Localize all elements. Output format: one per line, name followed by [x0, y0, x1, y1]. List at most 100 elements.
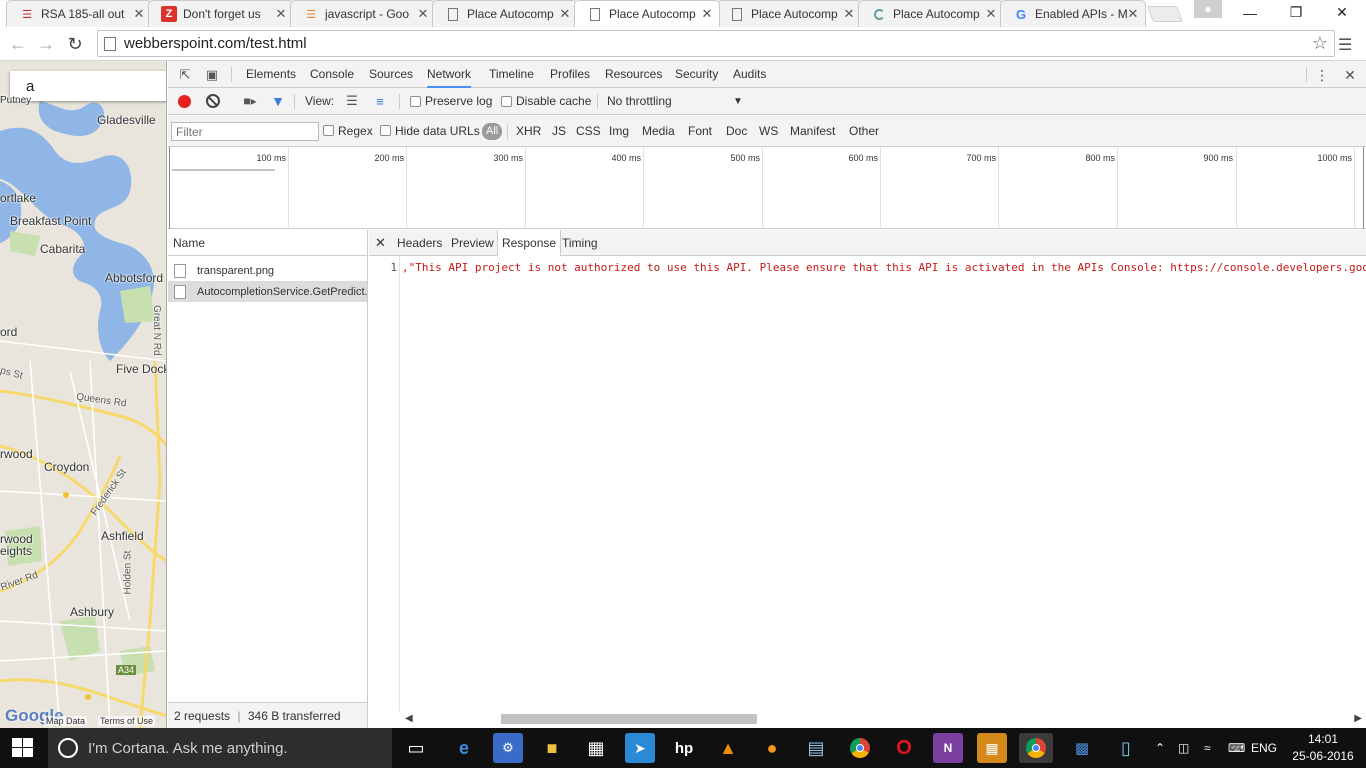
- url-text[interactable]: webberspoint.com/test.html: [124, 35, 307, 52]
- app-icon[interactable]: ▯: [1111, 733, 1141, 763]
- file-explorer-icon[interactable]: ■: [537, 733, 567, 763]
- record-icon[interactable]: [178, 95, 191, 108]
- browser-tab[interactable]: ☰ RSA 185-all out ✕: [6, 0, 152, 27]
- edge-icon[interactable]: e: [449, 733, 479, 763]
- close-tab-icon[interactable]: ✕: [275, 6, 287, 22]
- tab-audits[interactable]: Audits: [733, 61, 766, 88]
- forward-icon[interactable]: →: [34, 32, 58, 56]
- filter-font[interactable]: Font: [688, 115, 712, 147]
- device-mode-icon[interactable]: ▣: [203, 66, 221, 84]
- filter-xhr[interactable]: XHR: [516, 115, 541, 147]
- restore-icon[interactable]: ❐: [1273, 0, 1319, 25]
- minimize-icon[interactable]: —: [1227, 0, 1273, 25]
- close-tab-icon[interactable]: ✕: [133, 6, 145, 22]
- filter-doc[interactable]: Doc: [726, 115, 747, 147]
- wifi-icon[interactable]: ≈: [1204, 728, 1211, 768]
- onenote-icon[interactable]: N: [933, 733, 963, 763]
- filter-js[interactable]: JS: [552, 115, 566, 147]
- app-icon[interactable]: ▩: [1067, 733, 1097, 763]
- close-tab-icon[interactable]: ✕: [417, 6, 429, 22]
- close-detail-icon[interactable]: ✕: [375, 230, 386, 256]
- tab-timeline[interactable]: Timeline: [489, 61, 534, 88]
- close-tab-icon[interactable]: ✕: [1127, 6, 1139, 22]
- browser-tab[interactable]: Place Autocomp ✕: [432, 0, 578, 27]
- profile-icon[interactable]: ●: [1194, 0, 1222, 18]
- store-icon[interactable]: ▦: [581, 733, 611, 763]
- windows-start-icon[interactable]: [12, 738, 34, 758]
- map-data-link[interactable]: Map Data: [44, 716, 88, 726]
- disable-cache-checkbox[interactable]: [501, 96, 512, 107]
- filter-ws[interactable]: WS: [759, 115, 778, 147]
- keyboard-icon[interactable]: ⌨: [1228, 728, 1245, 768]
- filter-css[interactable]: CSS: [576, 115, 601, 147]
- capture-screenshots-icon[interactable]: ■▸: [241, 92, 259, 110]
- close-tab-icon[interactable]: ✕: [701, 6, 713, 22]
- tab-security[interactable]: Security: [675, 61, 718, 88]
- close-tab-icon[interactable]: ✕: [985, 6, 997, 22]
- back-icon[interactable]: ←: [6, 32, 30, 56]
- preserve-log-checkbox[interactable]: [410, 96, 421, 107]
- request-row-selected[interactable]: AutocompletionService.GetPredict...: [168, 281, 367, 302]
- hide-data-urls-label[interactable]: Hide data URLs: [395, 115, 480, 147]
- browser-tab[interactable]: G Enabled APIs - M ✕: [1000, 0, 1146, 27]
- filter-img[interactable]: Img: [609, 115, 629, 147]
- tab-response[interactable]: Response: [497, 230, 562, 257]
- tab-profiles[interactable]: Profiles: [550, 61, 590, 88]
- filter-input[interactable]: [171, 122, 319, 141]
- clear-icon[interactable]: [206, 94, 220, 108]
- browser-tab[interactable]: Place Autocomp ✕: [716, 0, 862, 27]
- request-row[interactable]: transparent.png: [168, 260, 367, 281]
- large-request-rows-icon[interactable]: ☰: [343, 92, 361, 110]
- app-icon[interactable]: ⚙: [493, 733, 523, 763]
- clock[interactable]: 14:01 25-06-2016: [1283, 731, 1363, 765]
- regex-checkbox[interactable]: [323, 125, 334, 136]
- throttling-select[interactable]: No throttling: [607, 88, 672, 115]
- tab-console[interactable]: Console: [310, 61, 354, 88]
- tab-timing[interactable]: Timing: [558, 230, 602, 256]
- tab-network[interactable]: Network: [427, 61, 472, 88]
- chrome-icon[interactable]: [845, 733, 875, 763]
- filter-all[interactable]: All: [482, 123, 503, 140]
- terms-of-use-link[interactable]: Terms of Use: [98, 716, 156, 726]
- filter-manifest[interactable]: Manifest: [790, 115, 835, 147]
- preserve-log-label[interactable]: Preserve log: [425, 88, 492, 115]
- scroll-right-icon[interactable]: ▶: [1354, 713, 1362, 724]
- map-view[interactable]: a Putney Gladesville ortlake Breakfast P…: [0, 61, 167, 728]
- close-tab-icon[interactable]: ✕: [843, 6, 855, 22]
- reload-icon[interactable]: ↻: [63, 32, 87, 56]
- browser-tab[interactable]: ☰ javascript - Goo ✕: [290, 0, 436, 27]
- disable-cache-label[interactable]: Disable cache: [516, 88, 591, 115]
- filter-other[interactable]: Other: [849, 115, 879, 147]
- close-devtools-icon[interactable]: ✕: [1341, 66, 1359, 84]
- language-indicator[interactable]: ENG: [1251, 728, 1277, 768]
- response-viewer[interactable]: 1 ,"This API project is not authorized t…: [369, 256, 1366, 711]
- name-column-header[interactable]: Name: [168, 230, 367, 256]
- more-options-icon[interactable]: ⋮: [1313, 66, 1331, 84]
- timeline-overview[interactable]: 100 ms 200 ms 300 ms 400 ms 500 ms 600 m…: [168, 147, 1366, 229]
- page-info-icon[interactable]: [104, 36, 116, 51]
- chrome-active-icon[interactable]: [1019, 733, 1053, 763]
- tab-sources[interactable]: Sources: [369, 61, 413, 88]
- task-view-icon[interactable]: ▭: [401, 733, 431, 763]
- filter-icon[interactable]: ▼: [269, 92, 287, 110]
- opera-icon[interactable]: O: [889, 733, 919, 763]
- tab-resources[interactable]: Resources: [605, 61, 662, 88]
- browser-tab[interactable]: Z Don't forget us ✕: [148, 0, 294, 27]
- vlc-icon[interactable]: ▲: [713, 733, 743, 763]
- bookmark-star-icon[interactable]: ☆: [1312, 33, 1328, 54]
- battery-icon[interactable]: ◫: [1178, 728, 1189, 768]
- cortana-search-box[interactable]: I'm Cortana. Ask me anything.: [48, 728, 392, 768]
- scroll-left-icon[interactable]: ◀: [405, 713, 413, 724]
- show-hidden-icons[interactable]: ⌃: [1155, 728, 1165, 768]
- tab-elements[interactable]: Elements: [246, 61, 296, 88]
- tab-headers[interactable]: Headers: [393, 230, 446, 256]
- close-tab-icon[interactable]: ✕: [559, 6, 571, 22]
- address-bar[interactable]: webberspoint.com/test.html ☆: [97, 30, 1335, 57]
- map-search-input[interactable]: a: [10, 71, 166, 101]
- response-text[interactable]: ,"This API project is not authorized to …: [402, 261, 1366, 274]
- app-icon[interactable]: ▤: [801, 733, 831, 763]
- hide-data-urls-checkbox[interactable]: [380, 125, 391, 136]
- chrome-menu-icon[interactable]: ☰: [1338, 35, 1352, 55]
- inspect-element-icon[interactable]: ⇱: [176, 66, 194, 84]
- regex-label[interactable]: Regex: [338, 115, 373, 147]
